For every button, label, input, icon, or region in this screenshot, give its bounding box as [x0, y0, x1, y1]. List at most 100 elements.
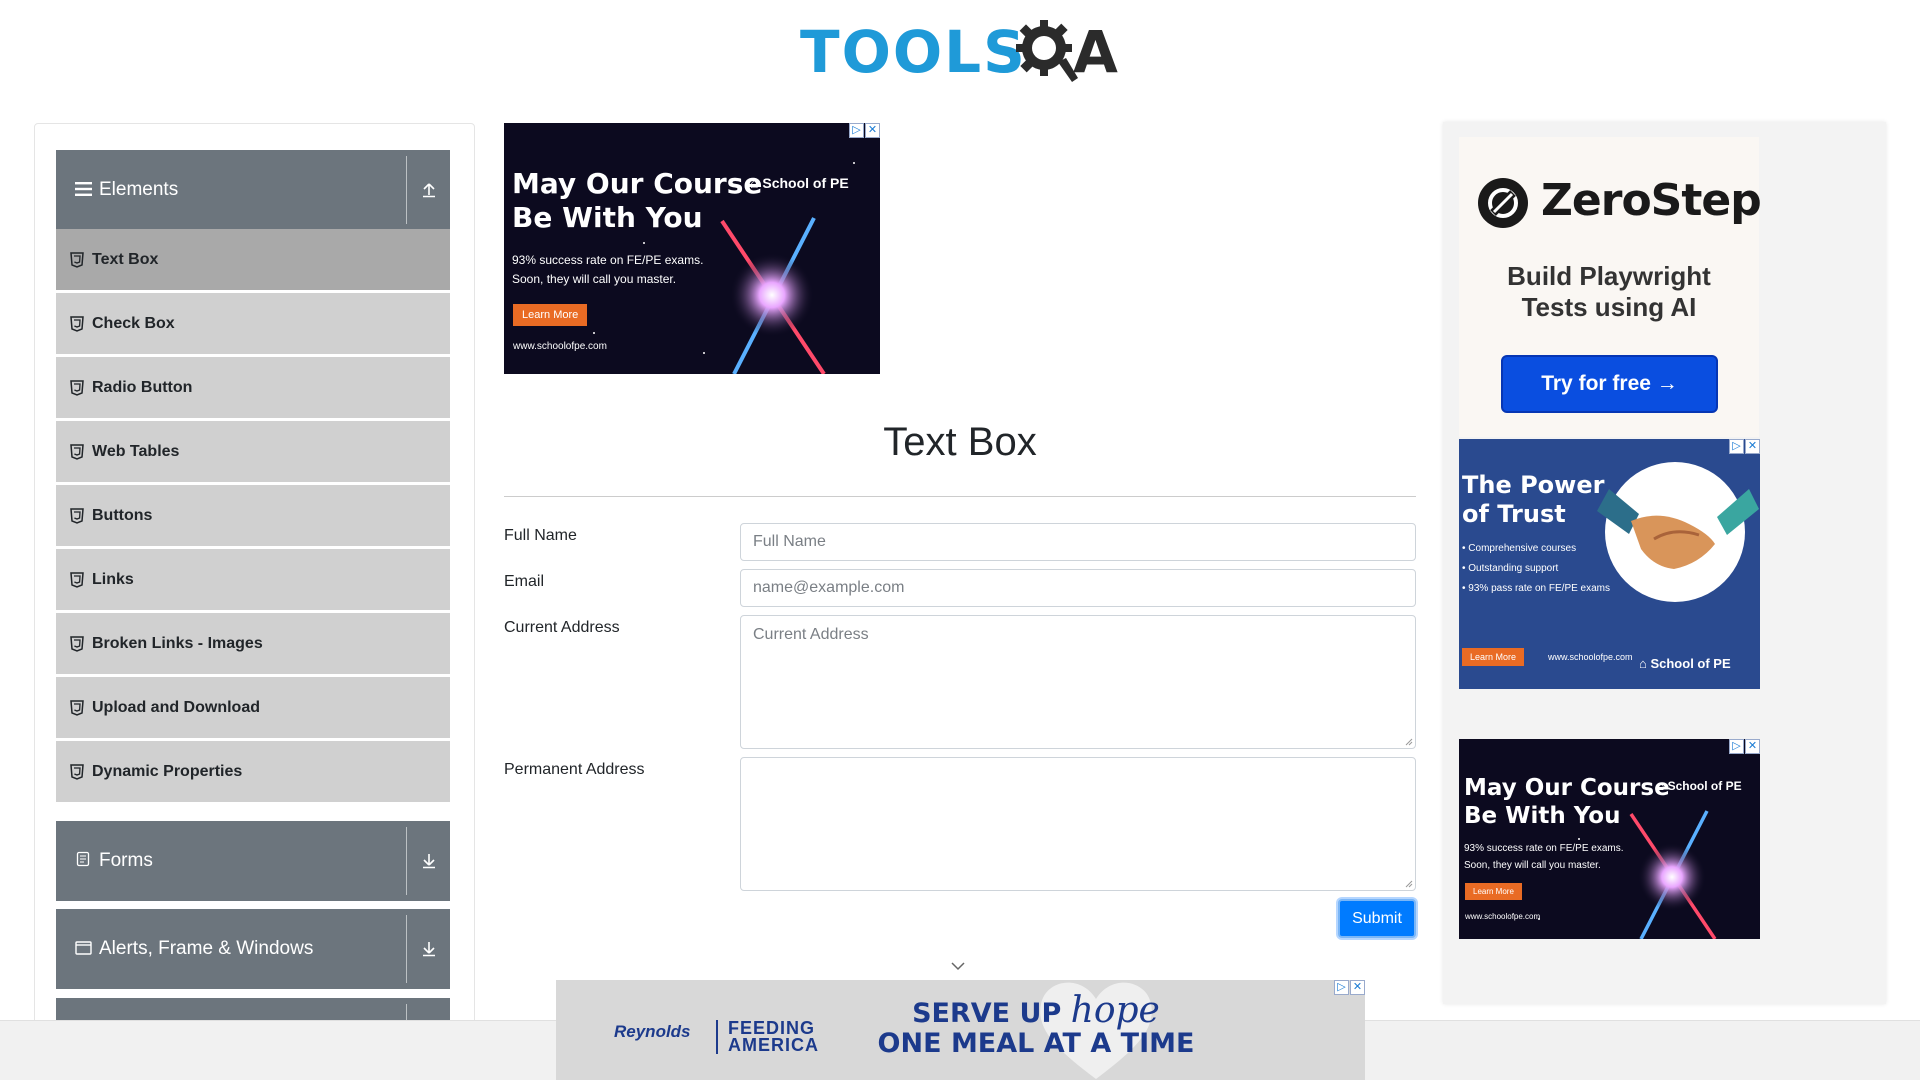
group-elements-label: Elements: [99, 179, 179, 200]
sidebar-item-upload-download[interactable]: Upload and Download: [56, 677, 450, 738]
current-address-label: Current Address: [504, 619, 620, 636]
ad-heading: May Our Course Be With You: [1464, 775, 1670, 829]
ad-choices-icon[interactable]: ▷: [1334, 980, 1349, 995]
ad-close[interactable]: ▷ ✕: [848, 123, 880, 138]
sidebar-item-label: Upload and Download: [92, 698, 260, 716]
sidebar-item-radio-button[interactable]: Radio Button: [56, 357, 450, 418]
zerostep-brand: ZeroStep: [1541, 175, 1762, 226]
partner-logo: FEEDING AMERICA: [716, 1019, 819, 1054]
sidebar-item-label: Links: [92, 570, 134, 588]
ad-close[interactable]: ▷ ✕: [1728, 739, 1760, 754]
current-address-textarea[interactable]: Current Address: [740, 615, 1416, 749]
email-input[interactable]: name@example.com: [740, 569, 1416, 607]
permanent-address-textarea[interactable]: [740, 757, 1416, 891]
ad-close[interactable]: ▷ ✕: [1728, 439, 1760, 454]
ad-heading: May Our Course Be With You: [512, 167, 763, 234]
gear-magnifier-icon: [1016, 20, 1078, 82]
left-sidebar: Elements Text Box Check Box Radio Button…: [34, 123, 475, 1044]
html-icon: [70, 571, 84, 588]
expand-down-icon[interactable]: [407, 909, 450, 989]
site-logo[interactable]: TOOLS A: [800, 14, 1124, 90]
ad-zerostep[interactable]: ZeroStep Build Playwright Tests using AI …: [1459, 137, 1762, 437]
ad-bullets: • Comprehensive courses • Outstanding su…: [1462, 543, 1611, 594]
ad-learn-more-button[interactable]: Learn More: [1465, 883, 1522, 900]
logo-letter: A: [1073, 18, 1118, 86]
group-elements-header[interactable]: Elements: [56, 150, 450, 230]
group-forms-label: Forms: [99, 850, 153, 871]
hamburger-icon: [73, 180, 93, 200]
ad-slogan: SERVE UP hope ONE MEAL AT A TIME: [877, 990, 1195, 1059]
group-alerts-header[interactable]: Alerts, Frame & Windows: [56, 909, 450, 989]
close-icon[interactable]: ✕: [1745, 739, 1760, 754]
logo-wordmark: TOOLS: [800, 18, 1027, 86]
group-forms-header[interactable]: Forms: [56, 821, 450, 901]
ad-choices-icon[interactable]: ▷: [1729, 739, 1744, 754]
html-icon: [70, 443, 84, 460]
input-placeholder: name@example.com: [753, 579, 905, 596]
form-icon: [73, 851, 93, 871]
expand-down-icon[interactable]: [407, 821, 450, 901]
ad-brand: ⌂ School of PE: [1657, 779, 1742, 793]
resize-handle-icon[interactable]: [1405, 880, 1413, 888]
html-icon: [70, 315, 84, 332]
school-logo-icon: ⌂: [1657, 779, 1668, 793]
ad-url: www.schoolofpe.com: [1548, 652, 1633, 662]
input-placeholder: Current Address: [753, 626, 869, 643]
sidebar-item-label: Check Box: [92, 314, 175, 332]
sidebar-item-label: Radio Button: [92, 378, 193, 396]
page-title: Text Box: [883, 420, 1037, 464]
zerostep-tagline: Build Playwright Tests using AI: [1507, 261, 1711, 322]
ad-power-of-trust[interactable]: ▷ ✕ The Power of Trust • Comprehensive cou…: [1459, 439, 1760, 689]
ad-url: www.schoolofpe.com: [513, 341, 607, 352]
html-icon: [70, 507, 84, 524]
ad-subtext: 93% success rate on FE/PE exams. Soon, th…: [1464, 843, 1624, 871]
window-icon: [73, 939, 93, 959]
resize-handle-icon[interactable]: [1405, 738, 1413, 746]
full-name-label: Full Name: [504, 527, 577, 544]
ad-choices-icon[interactable]: ▷: [849, 123, 864, 138]
elements-menu: Text Box Check Box Radio Button Web Tabl…: [56, 229, 450, 805]
ad-learn-more-button[interactable]: Learn More: [513, 304, 588, 326]
close-icon[interactable]: ✕: [1745, 439, 1760, 454]
sidebar-item-buttons[interactable]: Buttons: [56, 485, 450, 546]
group-alerts-label: Alerts, Frame & Windows: [99, 938, 314, 959]
close-icon[interactable]: ✕: [865, 123, 880, 138]
sidebar-item-text-box[interactable]: Text Box: [56, 229, 450, 290]
ad-learn-more-button[interactable]: Learn More: [1462, 648, 1525, 666]
school-logo-icon: ⌂: [750, 175, 763, 191]
ad-brand: ⌂ School of PE: [750, 175, 849, 191]
collapse-up-icon[interactable]: [407, 150, 450, 230]
try-for-free-button[interactable]: Try for free →: [1501, 355, 1718, 413]
ad-heading: The Power of Trust: [1462, 471, 1605, 528]
sidebar-item-web-tables[interactable]: Web Tables: [56, 421, 450, 482]
sidebar-item-broken-links[interactable]: Broken Links - Images: [56, 613, 450, 674]
html-icon: [70, 379, 84, 396]
sidebar-item-label: Text Box: [92, 250, 159, 268]
school-logo-icon: ⌂: [1639, 656, 1651, 671]
ad-banner-school-of-pe[interactable]: ▷ ✕ May Our Course Be With You ⌂ School of…: [504, 123, 880, 374]
ad-close[interactable]: ▷ ✕: [1333, 980, 1365, 995]
permanent-address-label: Permanent Address: [504, 761, 645, 778]
sidebar-item-label: Broken Links - Images: [92, 634, 263, 652]
html-icon: [70, 763, 84, 780]
divider: [504, 496, 1416, 497]
lightsaber-graphic: [553, 162, 855, 374]
submit-button[interactable]: Submit: [1338, 899, 1416, 938]
html-icon: [70, 699, 84, 716]
ad-banner-school-of-pe-2[interactable]: ▷ ✕ May Our Course Be With You ⌂ School of…: [1459, 739, 1760, 939]
input-placeholder: Full Name: [753, 533, 826, 550]
sidebar-item-label: Buttons: [92, 506, 153, 524]
ad-url: www.schoolofpe.com: [1465, 912, 1541, 921]
ad-choices-icon[interactable]: ▷: [1729, 439, 1744, 454]
sidebar-item-links[interactable]: Links: [56, 549, 450, 610]
email-label: Email: [504, 573, 545, 590]
full-name-input[interactable]: Full Name: [740, 523, 1416, 561]
sidebar-item-dynamic-properties[interactable]: Dynamic Properties: [56, 741, 450, 802]
ad-bottom-banner[interactable]: ▷ ✕ Reynolds FEEDING AMERICA SERVE UP hope…: [556, 980, 1365, 1080]
chevron-down-icon[interactable]: [950, 960, 966, 972]
lightsaber-graphic: [1498, 788, 1717, 939]
sidebar-item-check-box[interactable]: Check Box: [56, 293, 450, 354]
ad-subtext: 93% success rate on FE/PE exams. Soon, th…: [512, 253, 704, 287]
close-icon[interactable]: ✕: [1350, 980, 1365, 995]
sponsor-logo: Reynolds: [614, 1022, 691, 1041]
